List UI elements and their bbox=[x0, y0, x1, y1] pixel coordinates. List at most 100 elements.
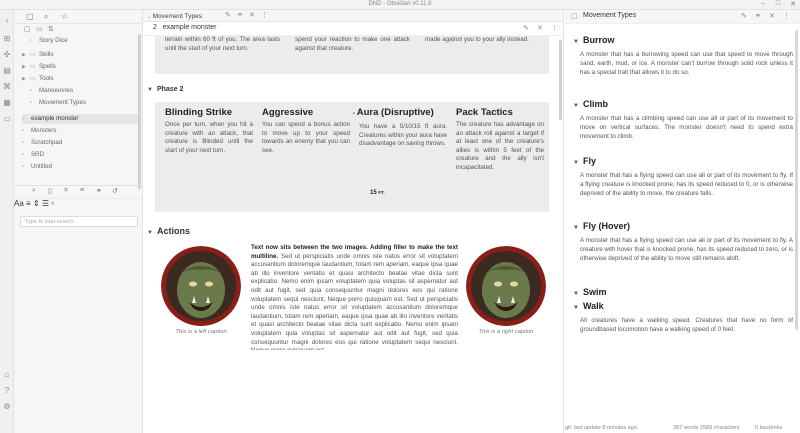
slides-icon[interactable]: ▭ bbox=[2, 114, 12, 124]
ability-card-top: terrain within 60 ft of you. The area la… bbox=[155, 36, 549, 74]
right-view-header: ▢ Movement Types ✎ ⚭ ✕ ⋮ bbox=[565, 10, 800, 24]
copy-results-icon[interactable]: ▫ bbox=[51, 199, 54, 208]
tree-item-tools[interactable]: ▶ ▭ Tools bbox=[22, 74, 140, 84]
expand-arrow-icon: ▶ bbox=[22, 52, 26, 58]
tree-item-srd[interactable]: ▫ SRD bbox=[22, 150, 140, 160]
pane-header: ⌄ Movement Types ✎ ⚭ ✕ ⋮ bbox=[143, 10, 563, 22]
search-icon[interactable]: ⌕ bbox=[44, 12, 48, 22]
close-tab-icon[interactable]: ✕ bbox=[249, 11, 255, 19]
settings-gear-icon[interactable]: ⚙ bbox=[2, 402, 12, 412]
link-pane-icon[interactable]: ▢ bbox=[571, 12, 578, 20]
section-title[interactable]: ▼ Swim bbox=[573, 286, 793, 300]
tree-item-example-monster[interactable]: ▫ example monster bbox=[22, 114, 140, 124]
lower-pane-toolbar: ⌕ ▯ ⌗ ≡ ⚭ ↺ bbox=[14, 186, 143, 198]
expand-results-icon[interactable]: ⇕ bbox=[33, 199, 40, 208]
view-more-icon[interactable]: ⋮ bbox=[551, 24, 558, 32]
close-view-icon[interactable]: ✕ bbox=[769, 12, 775, 20]
tree-item-scratchpad[interactable]: ▫ Scratchpad bbox=[22, 138, 140, 148]
help-icon[interactable]: ? bbox=[2, 386, 12, 396]
tree-item-manoeuvres[interactable]: ▫ Manoeuvres bbox=[30, 86, 140, 96]
phase2-heading[interactable]: ▼ Phase 2 bbox=[147, 86, 183, 93]
new-note-icon[interactable]: ▢ bbox=[24, 25, 31, 33]
tree-item-untitled[interactable]: ▫ Untitled bbox=[22, 162, 140, 172]
link-pane-icon[interactable]: ⚭ bbox=[237, 11, 243, 19]
collapse-caret-icon: ▼ bbox=[147, 87, 153, 93]
recent-icon[interactable]: ↺ bbox=[112, 187, 118, 195]
edit-mode-icon[interactable]: ✎ bbox=[741, 12, 747, 20]
tags-icon[interactable]: ⌗ bbox=[64, 187, 68, 195]
ability-text: Once per turn, when you hit a creature w… bbox=[165, 121, 253, 154]
templates-icon[interactable]: ▦ bbox=[2, 98, 12, 108]
link-icon[interactable]: ⚭ bbox=[755, 12, 761, 20]
close-window-button[interactable]: ✕ bbox=[786, 0, 800, 8]
ability-aura: • Aura (Disruptive) You have a 5/10/15 ft… bbox=[353, 107, 447, 149]
section-title[interactable]: ▼ Fly (Hover) bbox=[573, 220, 793, 234]
tab-movement-types[interactable]: ⌄ Movement Types bbox=[147, 11, 202, 22]
actions-body-text: Sed ut perspiciatis unde omnis iste natu… bbox=[251, 252, 458, 350]
tree-item-spells[interactable]: ▶ ▭ Spells bbox=[22, 62, 140, 72]
right-view-title: Movement Types bbox=[583, 12, 637, 19]
file-icon: ▫ bbox=[30, 88, 33, 94]
ability-text: terrain within 60 ft of you. The area la… bbox=[165, 36, 280, 52]
ability-text: made against you to your ally instead. bbox=[425, 36, 529, 43]
file-icon: ▫ bbox=[22, 152, 25, 158]
backlinks-icon[interactable]: ▯ bbox=[48, 187, 52, 195]
left-sidebar: ▢ ⌕ ☆ ▢ ▭ ⇅ ▫ Story Dice ▶ ▭ Skills ▶ ▭ Spell… bbox=[14, 10, 143, 433]
file-explorer-icon[interactable]: ▢ bbox=[26, 12, 34, 21]
collapse-caret-icon: ▼ bbox=[573, 291, 579, 297]
close-view-icon[interactable]: ✕ bbox=[537, 24, 543, 32]
maximize-button[interactable]: □ bbox=[771, 0, 785, 7]
section-title[interactable]: ▼ Burrow bbox=[573, 34, 793, 48]
file-actions: ▢ ▭ ⇅ bbox=[14, 24, 142, 36]
orc-portrait-right bbox=[466, 246, 546, 326]
match-case-icon[interactable]: Aa bbox=[14, 199, 24, 208]
sort-results-icon[interactable]: ≡ bbox=[26, 199, 31, 208]
section-text: All creatures have a walking speed. Crea… bbox=[580, 317, 793, 333]
collapse-icon[interactable]: ‹ bbox=[2, 16, 12, 26]
more-options-icon[interactable]: ⋮ bbox=[261, 11, 268, 19]
minimize-button[interactable]: – bbox=[756, 0, 770, 7]
right-scrollbar[interactable] bbox=[795, 30, 798, 330]
edit-mode-icon[interactable]: ✎ bbox=[523, 24, 529, 32]
outline-icon[interactable]: ≡ bbox=[80, 187, 84, 194]
sort-icon[interactable]: ⇅ bbox=[48, 25, 54, 33]
new-folder-icon[interactable]: ▭ bbox=[36, 25, 43, 33]
tree-item-story-dice[interactable]: ▫ Story Dice bbox=[30, 36, 140, 46]
section-swim: ▼ Swim bbox=[573, 286, 793, 300]
starred-icon[interactable]: ☆ bbox=[61, 12, 68, 21]
section-title[interactable]: ▼ Climb bbox=[573, 98, 793, 112]
tree-item-movement-types[interactable]: ▫ Movement Types bbox=[30, 98, 140, 108]
folder-icon: ▭ bbox=[30, 64, 36, 70]
collapse-caret-icon: ▼ bbox=[147, 230, 153, 236]
command-palette-icon[interactable]: ⌘ bbox=[2, 82, 12, 92]
section-title[interactable]: ▼ Walk bbox=[573, 300, 793, 314]
search-input[interactable]: Type to start search... bbox=[20, 216, 138, 227]
tree-item-skills[interactable]: ▶ ▭ Skills bbox=[22, 50, 140, 60]
graph-view-icon[interactable]: ✣ bbox=[2, 50, 12, 60]
vault-icon[interactable]: ⌂ bbox=[2, 370, 12, 380]
tree-item-monsters[interactable]: ▫ Monsters bbox=[22, 126, 140, 136]
view-more-icon[interactable]: ⋮ bbox=[783, 12, 790, 20]
collapse-results-icon[interactable]: ☰ bbox=[42, 199, 49, 208]
collapse-caret-icon: ▼ bbox=[573, 160, 579, 166]
section-title[interactable]: ▼ Fly bbox=[573, 155, 793, 169]
sidebar-lower-pane: ⌕ ▯ ⌗ ≡ ⚭ ↺ Aa ≡ ⇕ ☰ ▫ Type to start sea… bbox=[14, 185, 143, 227]
ability-aggressive: Aggressive You can spend a bonus action … bbox=[262, 107, 350, 155]
ribbon: ‹ ⊞ ✣ ▤ ⌘ ▦ ▭ ⌂ ? ⚙ bbox=[0, 10, 14, 433]
open-quick-switcher-icon[interactable]: ⊞ bbox=[2, 34, 12, 44]
link-icon[interactable]: ⚭ bbox=[96, 187, 102, 195]
left-caption: This is a left caption bbox=[175, 329, 227, 335]
sidebar-scrollbar[interactable] bbox=[138, 34, 141, 189]
daily-note-icon[interactable]: ▤ bbox=[2, 66, 12, 76]
expand-arrow-icon: ▶ bbox=[22, 76, 26, 82]
folder-icon: ▭ bbox=[30, 76, 36, 82]
actions-heading[interactable]: ▼ Actions bbox=[147, 226, 190, 236]
edit-icon[interactable]: ✎ bbox=[225, 11, 231, 19]
status-bar: git: last update 8 minutes ago. 387 word… bbox=[565, 424, 800, 433]
window-title: DND - Obsidian v0.11.9 bbox=[368, 1, 432, 7]
actions-text: Text now sits between the two images. Ad… bbox=[251, 244, 458, 350]
editor-scrollbar[interactable] bbox=[559, 40, 562, 120]
collapse-caret-icon: ▼ bbox=[573, 225, 579, 231]
search-pane-icon[interactable]: ⌕ bbox=[32, 187, 36, 195]
expand-arrow-icon: ▶ bbox=[22, 64, 26, 70]
